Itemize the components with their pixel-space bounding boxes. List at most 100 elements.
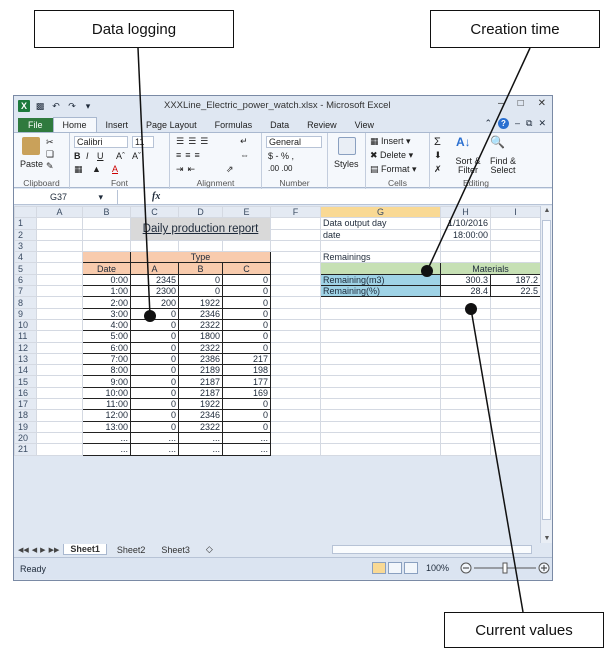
log-value-b[interactable]: 2386	[178, 352, 223, 366]
log-date-cell[interactable]: 9:00	[82, 375, 131, 388]
row-header[interactable]: 12	[14, 341, 37, 354]
cell[interactable]	[490, 217, 541, 230]
log-value-b[interactable]: ...	[178, 431, 223, 445]
cell[interactable]	[490, 398, 541, 411]
ribbon-collapse-icon[interactable]: ⌃	[484, 118, 492, 129]
redo-icon[interactable]: ↷	[66, 100, 78, 112]
cell[interactable]	[440, 341, 491, 354]
underline-icon[interactable]: U	[97, 151, 104, 161]
close-icon[interactable]: ✕	[538, 98, 546, 109]
cell[interactable]	[270, 228, 321, 241]
paste-button[interactable]: Paste	[20, 159, 43, 169]
remaining-pct-label[interactable]: Remaining(%)	[320, 285, 441, 298]
tab-insert[interactable]: Insert	[97, 118, 138, 132]
row-header[interactable]: 15	[14, 375, 37, 388]
log-value-b[interactable]: 2187	[178, 375, 223, 388]
cell[interactable]	[490, 318, 541, 332]
cell[interactable]	[440, 352, 491, 366]
indent-icons[interactable]: ⇥⇤	[176, 164, 199, 175]
styles-button[interactable]: Styles	[334, 159, 359, 169]
tab-data[interactable]: Data	[261, 118, 298, 132]
cell[interactable]	[490, 296, 541, 309]
fill-icon[interactable]: ⬇	[434, 150, 442, 161]
cell[interactable]	[440, 375, 491, 388]
type-header[interactable]: Type	[130, 251, 271, 264]
remaining-m3-value[interactable]: 187.2	[490, 273, 541, 287]
cell[interactable]	[270, 443, 321, 456]
tab-formulas[interactable]: Formulas	[206, 118, 262, 132]
row-header[interactable]: 19	[14, 420, 37, 433]
cell[interactable]	[440, 364, 491, 377]
cell[interactable]	[320, 443, 441, 456]
last-sheet-icon[interactable]: ▶▶	[49, 546, 60, 554]
cell[interactable]	[490, 307, 541, 320]
cell[interactable]	[178, 239, 223, 253]
log-date-cell[interactable]: 7:00	[82, 352, 131, 366]
row-header[interactable]: 16	[14, 386, 37, 400]
workbook-minimize-icon[interactable]: –	[515, 118, 520, 129]
insert-sheet-icon[interactable]: ◇	[200, 544, 219, 555]
log-value-b[interactable]: 2322	[178, 318, 223, 332]
log-value-a[interactable]: 0	[130, 386, 179, 400]
remaining-m3-value[interactable]: 300.3	[440, 273, 491, 287]
cell[interactable]	[490, 251, 541, 264]
cell[interactable]	[82, 239, 131, 253]
format-cells-button[interactable]: ▤ Format ▾	[370, 164, 417, 175]
cell[interactable]	[270, 431, 321, 445]
cell[interactable]	[440, 318, 491, 332]
log-value-b[interactable]: ...	[178, 443, 223, 456]
data-output-day-label[interactable]: Data output day	[320, 217, 441, 230]
type-col-header[interactable]: C	[222, 262, 271, 275]
row-header[interactable]: 10	[14, 318, 37, 332]
log-value-b[interactable]: 2189	[178, 364, 223, 377]
clear-icon[interactable]: ✗	[434, 164, 442, 175]
row-header[interactable]: 8	[14, 296, 37, 309]
cell[interactable]	[36, 217, 83, 230]
log-value-a[interactable]: ...	[130, 443, 179, 456]
column-header[interactable]: E	[222, 205, 271, 219]
cell[interactable]	[270, 364, 321, 377]
cell[interactable]	[36, 330, 83, 343]
log-value-c[interactable]: 0	[222, 273, 271, 287]
log-value-a[interactable]: 0	[130, 420, 179, 433]
cell[interactable]	[270, 375, 321, 388]
log-value-b[interactable]: 2346	[178, 409, 223, 422]
log-value-c[interactable]: 198	[222, 364, 271, 377]
log-date-cell[interactable]: 4:00	[82, 318, 131, 332]
date-label[interactable]: date	[320, 228, 441, 241]
log-date-cell[interactable]: 0:00	[82, 273, 131, 287]
remaining-pct-value[interactable]: 22.5	[490, 285, 541, 298]
cell[interactable]	[490, 409, 541, 422]
grow-font-icon[interactable]: Aˆ	[116, 151, 125, 161]
log-value-c[interactable]: 0	[222, 296, 271, 309]
minimize-icon[interactable]: –	[498, 98, 504, 109]
log-date-cell[interactable]: 11:00	[82, 398, 131, 411]
log-value-c[interactable]: 217	[222, 352, 271, 366]
cell[interactable]	[36, 228, 83, 241]
log-value-b[interactable]: 2322	[178, 341, 223, 354]
log-value-a[interactable]: 0	[130, 307, 179, 320]
insert-function-icon[interactable]: fx	[152, 191, 160, 202]
cell[interactable]	[36, 443, 83, 456]
cell[interactable]	[36, 251, 83, 264]
log-date-cell[interactable]: 5:00	[82, 330, 131, 343]
cell[interactable]	[320, 431, 441, 445]
cell[interactable]	[36, 386, 83, 400]
select-all-corner[interactable]	[14, 205, 37, 219]
currency-format-icons[interactable]: $ - % ,	[268, 151, 294, 161]
cell[interactable]	[36, 420, 83, 433]
cell[interactable]	[440, 330, 491, 343]
cell[interactable]	[36, 409, 83, 422]
log-value-b[interactable]: 1922	[178, 296, 223, 309]
horizontal-scrollbar[interactable]	[332, 545, 532, 554]
vertical-align-icons[interactable]: ☰☰☰	[176, 136, 212, 147]
cell[interactable]	[270, 398, 321, 411]
log-date-cell[interactable]: ...	[82, 443, 131, 456]
cell[interactable]	[490, 375, 541, 388]
cell[interactable]	[82, 228, 131, 241]
remainings-label[interactable]: Remainings	[320, 251, 441, 264]
shrink-font-icon[interactable]: Aˇ	[132, 151, 141, 161]
cell[interactable]	[490, 386, 541, 400]
cell[interactable]	[440, 239, 491, 253]
log-value-b[interactable]: 2346	[178, 307, 223, 320]
